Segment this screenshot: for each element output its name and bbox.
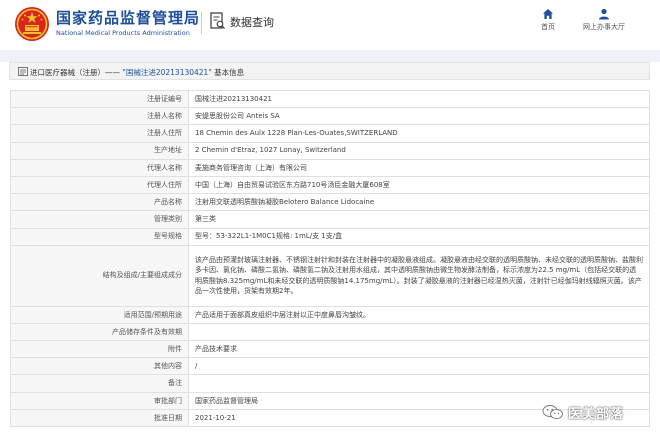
nav-online-hall-label: 网上办事大厅	[583, 23, 625, 31]
user-icon	[599, 8, 609, 20]
table-row: 产品储存条件及有效期	[10, 322, 650, 342]
header-divider	[201, 12, 202, 34]
field-label: 生产地址	[10, 141, 189, 160]
table-row: 备注	[10, 374, 650, 393]
nav-online-hall-link[interactable]: 网上办事大厅	[575, 8, 633, 38]
field-value: 安缇思股份公司 Anteis SA	[188, 107, 650, 126]
field-label: 适用范围/预期用途	[10, 305, 189, 324]
field-label: 审批部门	[10, 391, 189, 410]
field-label: 产品储存条件及有效期	[10, 322, 189, 342]
field-value: 产品技术要求	[188, 340, 650, 359]
field-value: 该产品由预灌封玻璃注射器、不锈钢注射针和封装在注射器中的凝胶悬液组成。凝胶悬液由…	[188, 244, 650, 307]
document-search-icon	[210, 12, 225, 29]
field-value: /	[188, 357, 650, 376]
table-row: 适用范围/预期用途 产品适用于面部真皮组织中层注射以正中度鼻唇沟皱纹。	[10, 305, 650, 324]
field-label: 批准日期	[10, 408, 189, 428]
breadcrumb-suffix: 基本信息	[214, 68, 245, 77]
list-icon	[18, 67, 28, 76]
table-row: 管理类别 第三类	[10, 210, 650, 229]
table-row: 附件 产品技术要求	[10, 340, 650, 359]
table-row: 结构及组成/主要组成成分 该产品由预灌封玻璃注射器、不锈钢注射针和封装在注射器中…	[10, 244, 650, 307]
nav-home-label: 首页	[541, 23, 555, 31]
field-value: 型号：53-322L1-1M0C1规格: 1mL/支 1支/盒	[188, 227, 650, 246]
field-label: 代理人住所	[10, 175, 189, 195]
table-row: 其他内容 /	[10, 357, 650, 376]
table-row: 型号规格 型号：53-322L1-1M0C1规格: 1mL/支 1支/盒	[10, 227, 650, 246]
home-icon	[543, 9, 553, 19]
national-emblem-icon	[15, 7, 49, 41]
table-row: 注册人名称 安缇思股份公司 Anteis SA	[10, 107, 650, 126]
agency-name-cn: 国家药品监督管理局	[56, 9, 201, 27]
field-label: 结构及组成/主要组成成分	[10, 244, 189, 307]
table-row: 生产地址 2 Chemin d'Etraz, 1027 Lonay, Switz…	[10, 141, 650, 160]
field-value	[188, 374, 650, 393]
table-row: 注册证编号 国械注进20213130421	[10, 89, 650, 109]
breadcrumb-text: 进口医疗器械（注册）—— "国械注进20213130421" 基本信息	[30, 67, 244, 78]
field-label: 型号规格	[10, 227, 189, 246]
field-value	[188, 322, 650, 342]
record-detail-table: 注册证编号 国械注进20213130421 注册人名称 安缇思股份公司 Ante…	[10, 89, 650, 428]
agency-name-en: National Medical Products Administration	[56, 29, 190, 37]
breadcrumb: 进口医疗器械（注册）—— "国械注进20213130421" 基本信息	[9, 62, 650, 80]
field-value: 注射用交联透明质酸钠凝胶Belotero Balance Lidocaine	[188, 193, 650, 212]
table-row: 注册人住所 18 Chemin des Aulx 1228 Plan-Les-O…	[10, 124, 650, 143]
field-label: 备注	[10, 374, 189, 393]
header-separator-band	[0, 50, 660, 62]
field-label: 管理类别	[10, 210, 189, 229]
table-row: 代理人名称 麦施商务管理咨询（上海）有限公司	[10, 158, 650, 177]
field-label: 注册人名称	[10, 107, 189, 126]
section-title: 数据查询	[230, 16, 274, 29]
field-label: 附件	[10, 340, 189, 359]
site-header: 国家药品监督管理局 National Medical Products Admi…	[0, 0, 660, 50]
wechat-icon	[542, 405, 563, 420]
table-row: 代理人住所 中国（上海）自由贸易试验区东方路710号汤臣金融大厦608室	[10, 175, 650, 195]
field-value: 麦施商务管理咨询（上海）有限公司	[188, 158, 650, 177]
field-label: 注册证编号	[10, 89, 189, 109]
breadcrumb-record-id: "国械注进20213130421"	[122, 68, 212, 77]
nav-home-link[interactable]: 首页	[536, 8, 560, 38]
field-value: 2 Chemin d'Etraz, 1027 Lonay, Switzerlan…	[188, 141, 650, 160]
watermark-text: 医美部落	[568, 407, 625, 422]
field-value: 产品适用于面部真皮组织中层注射以正中度鼻唇沟皱纹。	[188, 305, 650, 324]
field-label: 代理人名称	[10, 158, 189, 177]
field-label: 其他内容	[10, 357, 189, 376]
field-value: 国械注进20213130421	[188, 89, 650, 109]
field-label: 注册人住所	[10, 124, 189, 143]
field-value: 18 Chemin des Aulx 1228 Plan-Les-Ouates,…	[188, 124, 650, 143]
table-row: 产品名称 注射用交联透明质酸钠凝胶Belotero Balance Lidoca…	[10, 193, 650, 212]
field-label: 产品名称	[10, 193, 189, 212]
field-value: 第三类	[188, 210, 650, 229]
breadcrumb-prefix: 进口医疗器械（注册）——	[30, 68, 120, 77]
field-value: 中国（上海）自由贸易试验区东方路710号汤臣金融大厦608室	[188, 175, 650, 195]
